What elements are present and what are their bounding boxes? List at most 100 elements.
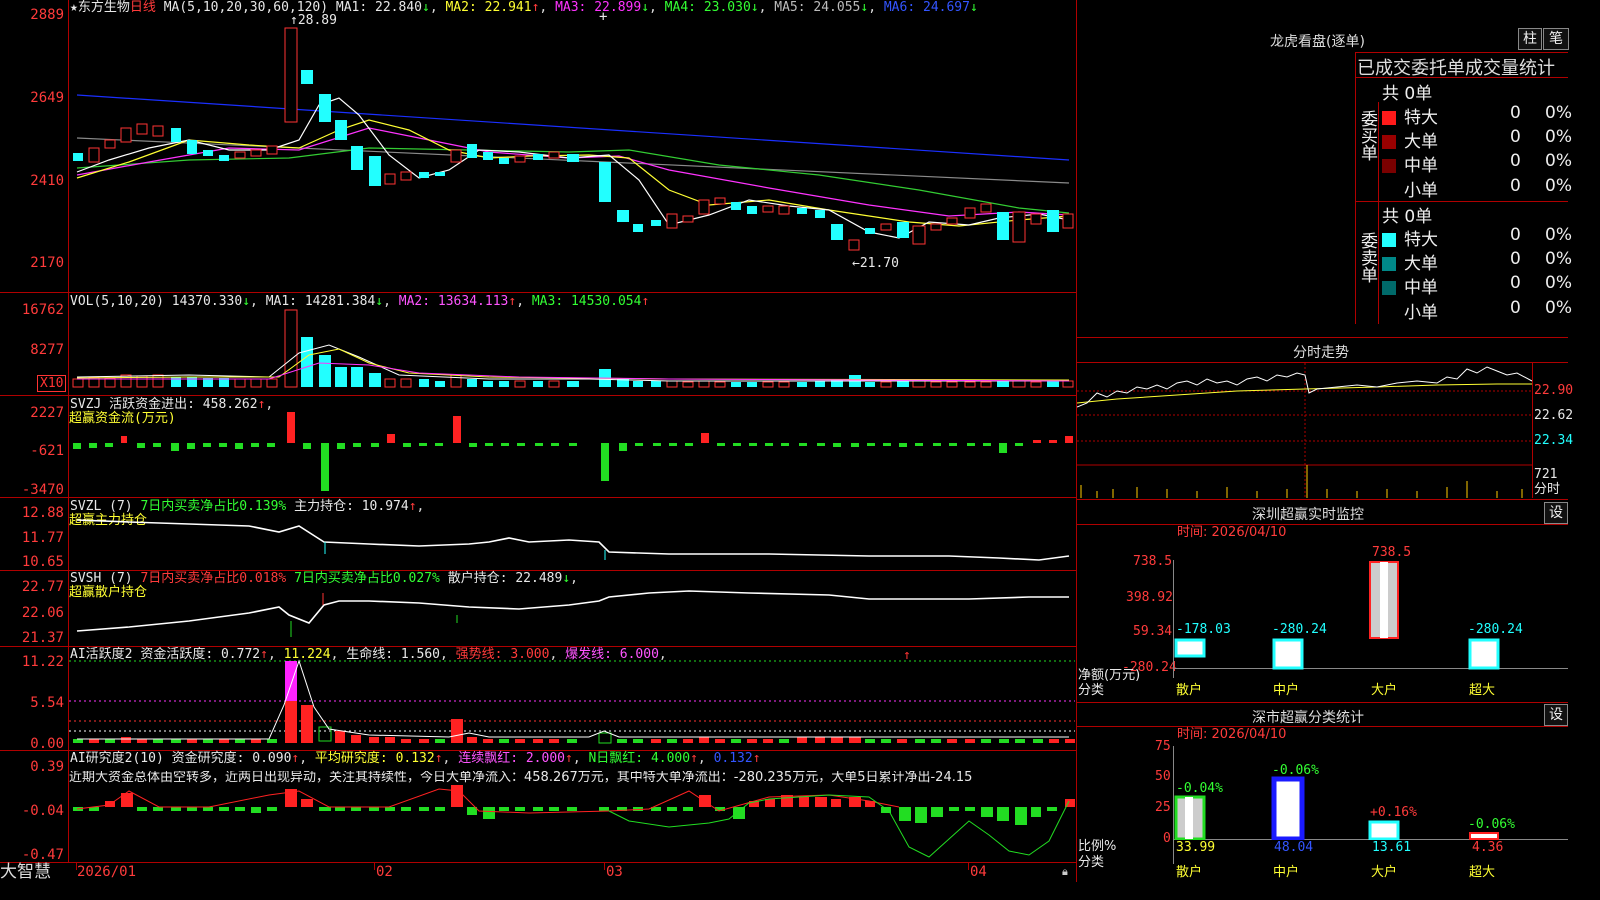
x-tick (374, 862, 375, 870)
y-tick: 2410 (30, 173, 64, 189)
monitor-title-border (1076, 524, 1568, 525)
ai2-bars (73, 785, 1075, 825)
monitor-cat: 大户 (1371, 683, 1398, 698)
svsh-y-tick: 22.77 (21, 579, 64, 595)
buy-row-super: 特大 0 0% (1382, 103, 1572, 128)
ma1-line (76, 97, 1070, 239)
class-y-tick: 25 (1155, 800, 1171, 815)
class-y-tick: 0 (1163, 831, 1171, 846)
intraday-price-tick: 22.62 (1534, 408, 1574, 423)
ai2-y-tick: 0.39 (30, 759, 64, 775)
class-change: -0.04% (1176, 781, 1223, 796)
monitor-settings-button[interactable]: 设 (1544, 502, 1568, 524)
super-buy-swatch (1382, 111, 1396, 125)
x-tick-label: 04 (970, 864, 987, 880)
class-x-label: 分类 (1078, 855, 1105, 870)
ma6-line (76, 94, 1070, 161)
ai1-life-line (77, 659, 1069, 740)
lock-icon[interactable]: 🔒︎ (1062, 865, 1068, 879)
x-tick-label: 02 (376, 864, 393, 880)
sell-group-label: 委卖单 (1357, 232, 1377, 283)
class-value: 33.99 (1176, 840, 1216, 855)
monitor-value: -178.03 (1176, 622, 1231, 637)
medium-sell-swatch (1382, 281, 1396, 295)
intraday-price-tick: 22.90 (1534, 383, 1574, 398)
monitor-cat: 中户 (1273, 683, 1300, 698)
intraday-top-border (1076, 337, 1568, 338)
volume-chart[interactable] (69, 293, 1075, 395)
ai2-y-tick: -0.47 (21, 847, 64, 863)
monitor-title: 深圳超赢实时监控 (1252, 507, 1364, 523)
dragon-divider (1355, 52, 1568, 53)
sell-row-large: 大单 0 0% (1382, 249, 1572, 274)
class-cat: 中户 (1273, 865, 1300, 880)
vol-unit-badge[interactable]: X10 (37, 375, 67, 392)
ai-activity-chart[interactable]: ↑ (69, 647, 1075, 750)
svsh-y-tick: 21.37 (21, 630, 64, 646)
svzl-line (76, 519, 1070, 561)
monitor-top-border (1076, 499, 1568, 500)
intraday-chart[interactable] (1077, 363, 1532, 498)
large-sell-swatch (1382, 257, 1396, 271)
class-change: +0.16% (1370, 805, 1417, 820)
buy-row-small: 小单 0 0% (1382, 176, 1572, 201)
intraday-unit: 分时 (1534, 482, 1561, 497)
class-title: 深市超赢分类统计 (1252, 710, 1364, 726)
svzj-y-tick: -621 (30, 443, 64, 459)
ai-research-chart[interactable] (69, 751, 1075, 862)
ai2-y-tick: -0.04 (21, 803, 64, 819)
class-value: 48.04 (1274, 840, 1314, 855)
tick-mode-button[interactable]: 笔 (1543, 28, 1569, 50)
class-title-border (1076, 726, 1568, 727)
intraday-volume-bars (1080, 465, 1523, 498)
monitor-time: 时间: 2026/04/10 (1177, 525, 1287, 540)
class-y-tick: 50 (1155, 769, 1171, 784)
bar-mode-button[interactable]: 柱 (1518, 28, 1542, 50)
class-change: -0.06% (1468, 817, 1515, 832)
svsh-y-tick: 22.06 (21, 605, 64, 621)
stat-left-border (1355, 52, 1356, 324)
x-tick (968, 862, 969, 870)
svzj-chart[interactable] (69, 396, 1075, 497)
svzl-y-tick: 12.88 (21, 505, 64, 521)
intraday-price-tick: 22.34 (1534, 433, 1574, 448)
class-time: 时间: 2026/04/10 (1177, 727, 1287, 742)
candles (73, 27, 1074, 251)
x-tick-label: 2026/01 (77, 864, 137, 880)
class-change: -0.06% (1272, 763, 1319, 778)
sell-row-medium: 中单 0 0% (1382, 273, 1572, 298)
y-tick: 2649 (30, 90, 64, 106)
monitor-y-tick: 59.34 (1133, 624, 1173, 639)
monitor-chart[interactable] (1174, 560, 1568, 678)
y-tick: 2889 (30, 7, 64, 23)
svzl-chart[interactable] (69, 498, 1075, 570)
class-settings-button[interactable]: 设 (1544, 704, 1568, 726)
monitor-bar-large-stripe (1380, 562, 1388, 638)
class-cat: 散户 (1176, 865, 1203, 880)
svzj-y-tick: 2227 (30, 405, 64, 421)
ma3-line (76, 127, 1070, 217)
svsh-line (76, 590, 1069, 632)
vol-y-tick: 8277 (30, 342, 64, 358)
intraday-title: 分时走势 (1293, 345, 1349, 361)
small-sell-swatch (1382, 306, 1396, 320)
ai1-y-tick: 5.54 (30, 695, 64, 711)
brand-logo[interactable]: 大智慧 (0, 862, 51, 882)
ai1-y-tick: 11.22 (21, 654, 64, 670)
svzj-bars (73, 412, 1073, 491)
buy-total: 共 0单 (1382, 84, 1433, 104)
vol-y-tick: 16762 (21, 302, 64, 318)
candle-chart[interactable] (69, 0, 1075, 292)
svsh-chart[interactable] (69, 571, 1075, 646)
class-top-border (1076, 702, 1568, 703)
medium-buy-swatch (1382, 159, 1396, 173)
x-tick-label: 03 (606, 864, 623, 880)
monitor-value: -280.24 (1468, 622, 1523, 637)
monitor-bar-super (1468, 638, 1500, 670)
monitor-cat: 超大 (1469, 683, 1496, 698)
class-cat: 大户 (1371, 865, 1398, 880)
stat-inner-border (1378, 102, 1379, 324)
buy-row-large: 大单 0 0% (1382, 127, 1572, 152)
vol-ma1-line (76, 344, 1069, 382)
class-y-label: 比例% (1078, 839, 1117, 854)
